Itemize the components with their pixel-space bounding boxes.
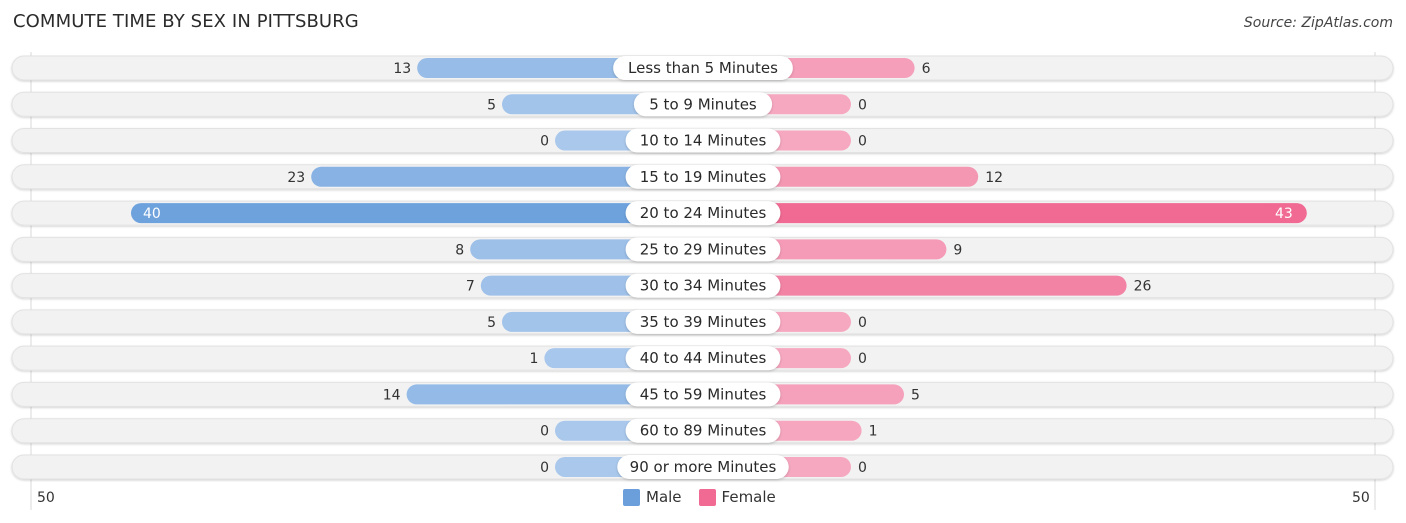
- category-label: 20 to 24 Minutes: [640, 204, 767, 222]
- chart-area: Less than 5 Minutes13 65 to 9 Minutes5 010…: [11, 52, 1394, 510]
- value-label-female: 0: [858, 315, 867, 331]
- category-label: 25 to 29 Minutes: [640, 240, 767, 258]
- category-label: 90 or more Minutes: [630, 458, 777, 476]
- chart-row: 90 or more Minutes 0 0: [11, 454, 1394, 480]
- value-label-male: 14: [383, 387, 401, 403]
- category-label: Less than 5 Minutes: [628, 59, 778, 77]
- value-label-female: 0: [858, 460, 867, 476]
- value-label-male: 0: [540, 424, 549, 440]
- legend: Male Female: [623, 488, 793, 506]
- chart-row: 60 to 89 Minutes 0 1: [11, 418, 1394, 444]
- legend-swatch-male: [623, 488, 640, 506]
- category-label: 35 to 39 Minutes: [640, 313, 767, 331]
- chart-row: Less than 5 Minutes 13 6: [11, 55, 1394, 81]
- chart-row: 10 to 14 Minutes 0 0: [11, 128, 1394, 154]
- value-label-female: 0: [858, 97, 867, 113]
- legend-label-male: Male: [646, 488, 682, 506]
- legend-swatch-female: [698, 488, 716, 506]
- chart-row: 40 to 44 Minutes 1 0: [11, 345, 1394, 371]
- category-label: 45 to 59 Minutes: [640, 385, 767, 403]
- value-label-male: 23: [287, 170, 305, 186]
- axis-left-max-label: 50: [37, 490, 55, 506]
- value-label-male: 5: [487, 315, 496, 331]
- chart-row: 30 to 34 Minutes 7 26: [11, 273, 1394, 299]
- value-label-female: 26: [1134, 279, 1152, 295]
- category-label: 5 to 9 Minutes: [649, 95, 757, 113]
- legend-label-female: Female: [721, 488, 776, 506]
- category-label: 40 to 44 Minutes: [640, 349, 767, 367]
- chart-row: 25 to 29 Minutes 8 9: [11, 236, 1394, 262]
- axis-right-max-label: 50: [1352, 490, 1370, 506]
- category-label: 60 to 89 Minutes: [640, 422, 767, 440]
- value-label-male: 0: [540, 460, 549, 476]
- value-label-male: 8: [455, 242, 464, 258]
- value-label-female: 1: [869, 424, 878, 440]
- value-label-female: 5: [911, 387, 920, 403]
- chart-row: 45 to 59 Minutes 14 5: [11, 381, 1394, 407]
- category-label: 15 to 19 Minutes: [640, 168, 767, 186]
- value-label-male: 0: [540, 134, 549, 150]
- value-label-female: 9: [953, 242, 962, 258]
- chart-row: 5 to 9 Minutes 5 0: [11, 91, 1394, 117]
- value-label-female: 43: [1275, 206, 1293, 222]
- value-label-female: 12: [985, 170, 1003, 186]
- chart-row: 20 to 24 Minutes 40 43: [11, 200, 1394, 226]
- category-label: 30 to 34 Minutes: [640, 277, 767, 295]
- legend-item-male: Male: [623, 488, 682, 506]
- legend-item-female: Female: [698, 488, 776, 506]
- chart-row: 35 to 39 Minutes 5 0: [11, 309, 1394, 335]
- category-label: 10 to 14 Minutes: [640, 132, 767, 150]
- bar-female: [693, 203, 1307, 224]
- value-label-male: 5: [487, 97, 496, 113]
- value-label-female: 0: [858, 351, 867, 367]
- value-label-female: 6: [922, 61, 931, 77]
- value-label-male: 13: [393, 61, 411, 77]
- value-label-male: 40: [143, 206, 161, 222]
- chart-row: 15 to 19 Minutes 23 12: [11, 164, 1394, 190]
- value-label-male: 7: [466, 279, 475, 295]
- value-label-male: 1: [529, 351, 538, 367]
- value-label-female: 0: [858, 134, 867, 150]
